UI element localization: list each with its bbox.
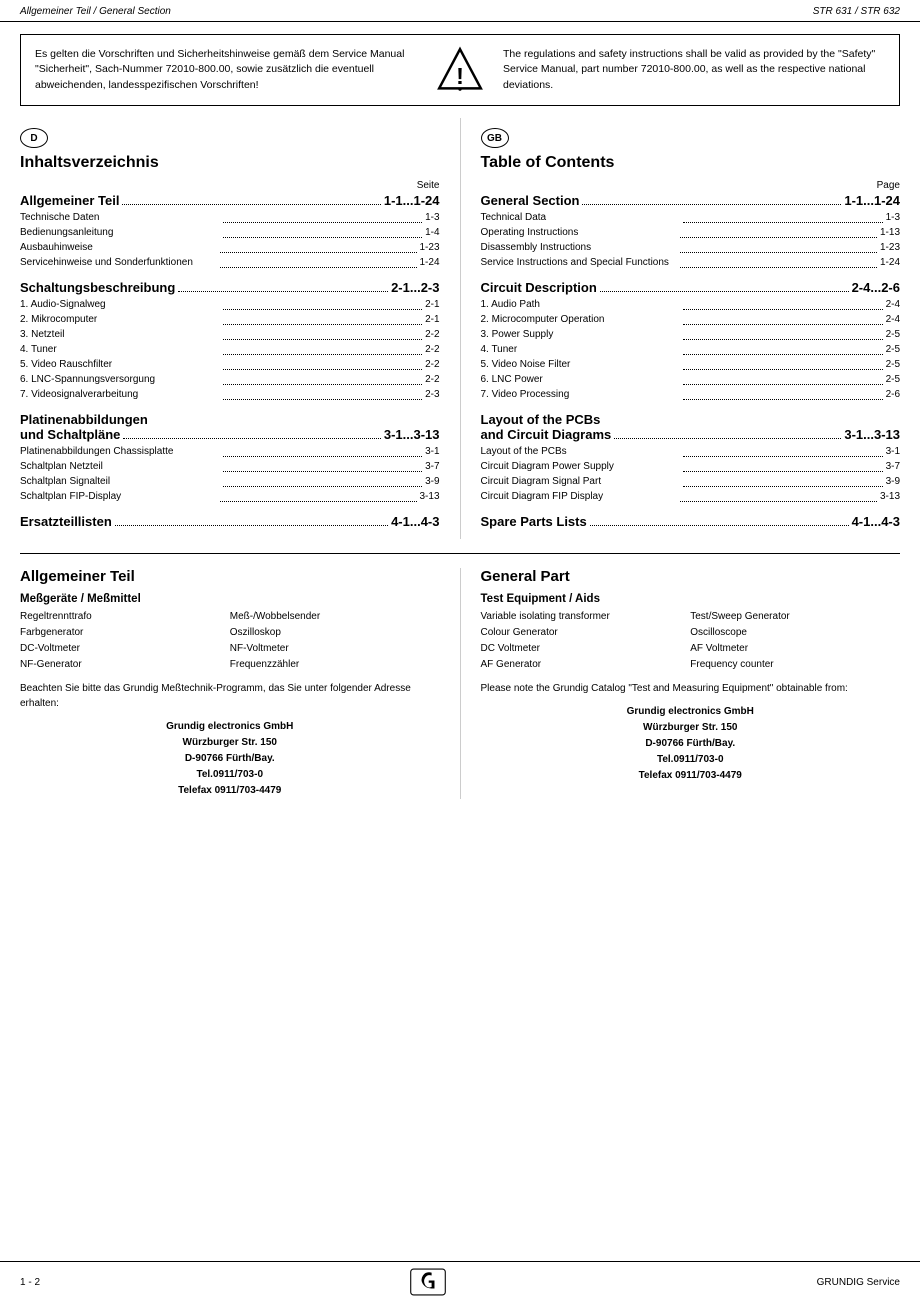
toc-item: 4. Tuner 2-2 [20, 342, 440, 357]
general-section: Allgemeiner Teil Meßgeräte / Meßmittel R… [0, 568, 920, 799]
lang-badge-gb: GB [481, 128, 509, 148]
header-right: STR 631 / STR 632 [813, 6, 900, 17]
toc-item: Service Instructions and Special Functio… [481, 255, 901, 270]
test-equipment-title: Test Equipment / Aids [481, 593, 901, 605]
toc-section: D Inhaltsverzeichnis Seite Allgemeiner T… [0, 118, 920, 539]
toc-item: Technische Daten 1-3 [20, 210, 440, 225]
toc-heading-2: Schaltungsbeschreibung 2-1...2-3 [20, 280, 440, 295]
en-toc-heading-2: Circuit Description 2-4...2-6 [481, 280, 901, 295]
toc-item: Servicehinweise und Sonderfunktionen 1-2… [20, 255, 440, 270]
toc-item: Layout of the PCBs 3-1 [481, 444, 901, 459]
toc-item: 3. Netzteil 2-2 [20, 327, 440, 342]
toc-item: Bedienungsanleitung 1-4 [20, 225, 440, 240]
en-toc-heading-3b: and Circuit Diagrams 3-1...3-13 [481, 427, 901, 442]
toc-item: 6. LNC Power 2-5 [481, 372, 901, 387]
toc-item: 5. Video Noise Filter 2-5 [481, 357, 901, 372]
toc-item: Schaltplan FIP-Display 3-13 [20, 489, 440, 504]
allgemeiner-teil-title: Allgemeiner Teil [20, 568, 440, 585]
page-header: Allgemeiner Teil / General Section STR 6… [0, 0, 920, 22]
en-toc-section-4: Spare Parts Lists 4-1...4-3 [481, 514, 901, 529]
toc-item: 1. Audio-Signalweg 2-1 [20, 297, 440, 312]
page-label: Page [481, 180, 901, 191]
inhaltsverzeichnis-title: Inhaltsverzeichnis [20, 154, 440, 172]
general-part-col: General Part Test Equipment / Aids Varia… [460, 568, 901, 799]
seite-label: Seite [20, 180, 440, 191]
toc-item: Operating Instructions 1-13 [481, 225, 901, 240]
toc-item: Ausbauhinweise 1-23 [20, 240, 440, 255]
toc-item: Technical Data 1-3 [481, 210, 901, 225]
company-de: Grundig electronics GmbH Würzburger Str.… [20, 719, 440, 799]
toc-item: 2. Microcomputer Operation 2-4 [481, 312, 901, 327]
header-left: Allgemeiner Teil / General Section [20, 6, 171, 17]
toc-item: 2. Mikrocomputer 2-1 [20, 312, 440, 327]
toc-item: Schaltplan Signalteil 3-9 [20, 474, 440, 489]
allgemeiner-teil-col: Allgemeiner Teil Meßgeräte / Meßmittel R… [20, 568, 460, 799]
toc-section-1: Allgemeiner Teil 1-1...1-24 Technische D… [20, 193, 440, 270]
toc-heading-2-label: Schaltungsbeschreibung [20, 280, 175, 295]
company-en: Grundig electronics GmbH Würzburger Str.… [481, 704, 901, 784]
toc-item: 1. Audio Path 2-4 [481, 297, 901, 312]
footer-right: GRUNDIG Service [817, 1277, 900, 1288]
toc-item: 4. Tuner 2-5 [481, 342, 901, 357]
en-toc-heading-1: General Section 1-1...1-24 [481, 193, 901, 208]
right-column: GB Table of Contents Page General Sectio… [460, 118, 901, 539]
toc-heading-1-label: Allgemeiner Teil [20, 193, 119, 208]
footer-left: 1 - 2 [20, 1277, 40, 1288]
toc-item: 5. Video Rauschfilter 2-2 [20, 357, 440, 372]
toc-item: 7. Video Processing 2-6 [481, 387, 901, 402]
toc-item: Platinenabbildungen Chassisplatte 3-1 [20, 444, 440, 459]
page-footer: 1 - 2 GRUNDIG Service [0, 1261, 920, 1302]
note-en: Please note the Grundig Catalog "Test an… [481, 681, 901, 696]
toc-heading-3b: und Schaltpläne 3-1...3-13 [20, 427, 440, 442]
en-toc-section-1: General Section 1-1...1-24 Technical Dat… [481, 193, 901, 270]
equipment-grid-en: Variable isolating transformerTest/Sweep… [481, 609, 901, 673]
lang-badge-d: D [20, 128, 48, 148]
warning-text-left: Es gelten die Vorschriften und Sicherhei… [35, 47, 417, 93]
toc-item: Circuit Diagram Signal Part 3-9 [481, 474, 901, 489]
grundig-logo-icon [410, 1268, 446, 1296]
left-column: D Inhaltsverzeichnis Seite Allgemeiner T… [20, 118, 460, 539]
en-toc-section-2: Circuit Description 2-4...2-6 1. Audio P… [481, 280, 901, 402]
toc-heading-2-page: 2-1...2-3 [391, 280, 439, 295]
toc-heading-1: Allgemeiner Teil 1-1...1-24 [20, 193, 440, 208]
toc-item: 7. Videosignalverarbeitung 2-3 [20, 387, 440, 402]
dots-1 [122, 193, 380, 205]
en-toc-heading-4: Spare Parts Lists 4-1...4-3 [481, 514, 901, 529]
warning-box: Es gelten die Vorschriften und Sicherhei… [20, 34, 900, 106]
toc-item: Disassembly Instructions 1-23 [481, 240, 901, 255]
svg-text:!: ! [456, 63, 464, 89]
en-toc-heading-3a: Layout of the PCBs [481, 412, 901, 427]
general-part-title: General Part [481, 568, 901, 585]
toc-item: Circuit Diagram Power Supply 3-7 [481, 459, 901, 474]
warning-icon: ! [435, 45, 485, 95]
note-de: Beachten Sie bitte das Grundig Meßtechni… [20, 681, 440, 711]
warning-text-right: The regulations and safety instructions … [503, 47, 885, 93]
table-of-contents-title: Table of Contents [481, 154, 901, 172]
toc-item: Schaltplan Netzteil 3-7 [20, 459, 440, 474]
toc-item: Circuit Diagram FIP Display 3-13 [481, 489, 901, 504]
toc-heading-1-page: 1-1...1-24 [384, 193, 440, 208]
toc-section-2: Schaltungsbeschreibung 2-1...2-3 1. Audi… [20, 280, 440, 402]
toc-heading-3a: Platinenabbildungen [20, 412, 440, 427]
equipment-grid-de: RegeltrennttrafoMeß-/Wobbelsender Farbge… [20, 609, 440, 673]
toc-section-3: Platinenabbildungen und Schaltpläne 3-1.… [20, 412, 440, 504]
toc-heading-4: Ersatzteillisten 4-1...4-3 [20, 514, 440, 529]
toc-item: 3. Power Supply 2-5 [481, 327, 901, 342]
toc-item: 6. LNC-Spannungsversorgung 2-2 [20, 372, 440, 387]
messgeraete-title: Meßgeräte / Meßmittel [20, 593, 440, 605]
en-toc-section-3: Layout of the PCBs and Circuit Diagrams … [481, 412, 901, 504]
section-divider [20, 553, 900, 554]
toc-section-4: Ersatzteillisten 4-1...4-3 [20, 514, 440, 529]
